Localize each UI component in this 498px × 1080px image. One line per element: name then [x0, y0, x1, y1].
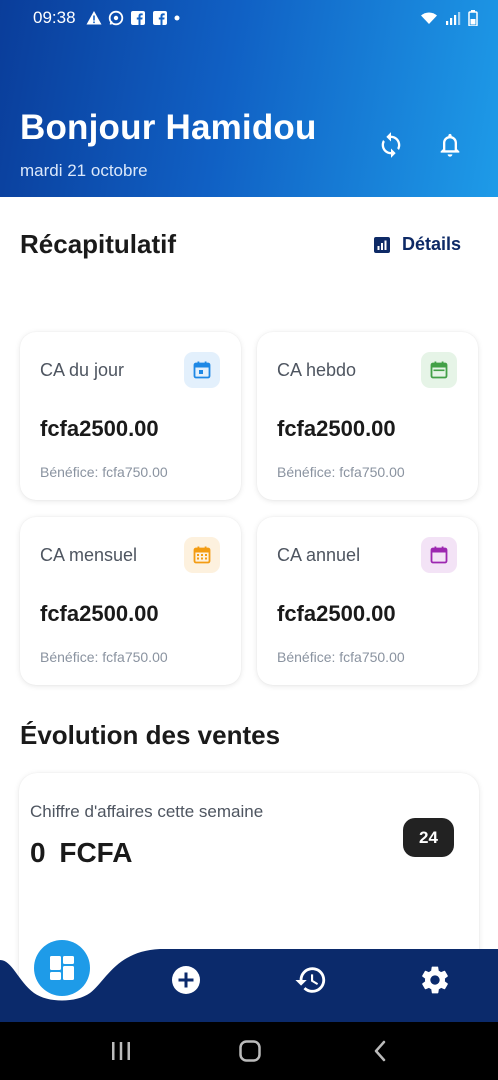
system-nav-bar — [0, 1022, 498, 1080]
calendar-month-icon — [193, 546, 211, 564]
battery-icon — [468, 10, 478, 26]
summary-card-yearly[interactable]: CA annuel fcfa2500.00 Bénéfice: fcfa750.00 — [257, 517, 478, 685]
card-value: fcfa2500.00 — [277, 416, 396, 441]
status-time: 09:38 — [33, 8, 76, 27]
card-icon-badge — [421, 537, 457, 573]
history-icon — [295, 967, 326, 993]
card-value: fcfa2500.00 — [40, 416, 159, 441]
signal-icon — [446, 12, 461, 25]
recent-apps-icon — [112, 1042, 130, 1060]
bell-icon — [440, 133, 460, 157]
card-value: fcfa2500.00 — [40, 601, 159, 626]
whatsapp-icon — [108, 10, 123, 26]
card-icon-badge — [184, 352, 220, 388]
calendar-week-icon — [430, 361, 448, 379]
home-system-icon — [239, 1040, 261, 1062]
dashboard-icon — [50, 956, 74, 980]
card-icon-badge — [421, 352, 457, 388]
card-label: CA annuel — [277, 545, 361, 565]
details-button[interactable]: Détails — [373, 234, 461, 255]
sales-count-badge: 24 — [403, 818, 454, 857]
settings-button[interactable] — [415, 960, 455, 1000]
card-profit: Bénéfice: fcfa750.00 — [40, 649, 168, 665]
notifications-button[interactable] — [433, 128, 467, 162]
summary-card-monthly[interactable]: CA mensuel fcfa2500.00 Bénéfice: fcfa750.0… — [20, 517, 241, 685]
facebook-icon — [152, 11, 167, 25]
card-icon-badge — [184, 537, 220, 573]
plus-circle-icon — [172, 966, 200, 994]
refresh-button[interactable] — [374, 128, 408, 162]
home-system-button[interactable] — [230, 1036, 270, 1066]
gear-icon — [422, 966, 448, 994]
sales-title: Évolution des ventes — [20, 720, 281, 750]
back-system-button[interactable] — [360, 1036, 400, 1066]
facebook-icon — [130, 11, 145, 25]
dashboard-button[interactable] — [34, 940, 90, 996]
recent-apps-button[interactable] — [101, 1036, 141, 1066]
card-profit: Bénéfice: fcfa750.00 — [277, 649, 405, 665]
card-label: CA du jour — [40, 360, 125, 380]
wifi-icon — [421, 12, 437, 24]
card-value: fcfa2500.00 — [277, 601, 396, 626]
history-button[interactable] — [291, 960, 331, 1000]
calendar-year-icon — [430, 546, 448, 564]
card-profit: Bénéfice: fcfa750.00 — [277, 464, 405, 480]
sales-label: Chiffre d'affaires cette semaine — [30, 802, 264, 821]
app-header: 09:38 Bonjour Hamidou mardi 21 octobre — [0, 0, 498, 197]
summary-card-weekly[interactable]: CA hebdo fcfa2500.00 Bénéfice: fcfa750.00 — [257, 332, 478, 500]
chart-icon — [374, 236, 390, 253]
notification-dot-icon — [174, 15, 180, 21]
card-profit: Bénéfice: fcfa750.00 — [40, 464, 168, 480]
add-sale-button[interactable] — [166, 960, 206, 1000]
greeting-title: Bonjour Hamidou — [20, 108, 317, 147]
card-label: CA mensuel — [40, 545, 138, 565]
summary-title: Récapitulatif — [20, 229, 177, 259]
refresh-icon — [381, 132, 401, 158]
details-label: Détails — [402, 234, 462, 254]
status-bar: 09:38 — [0, 0, 498, 36]
card-label: CA hebdo — [277, 360, 357, 380]
back-arrow-icon — [374, 1040, 386, 1062]
summary-card-daily[interactable]: CA du jour fcfa2500.00 Bénéfice: fcfa750.0… — [20, 332, 241, 500]
current-date: mardi 21 octobre — [20, 161, 148, 180]
sales-value: 0 FCFA — [30, 837, 133, 868]
warning-icon — [86, 11, 102, 25]
calendar-day-icon — [193, 361, 211, 379]
